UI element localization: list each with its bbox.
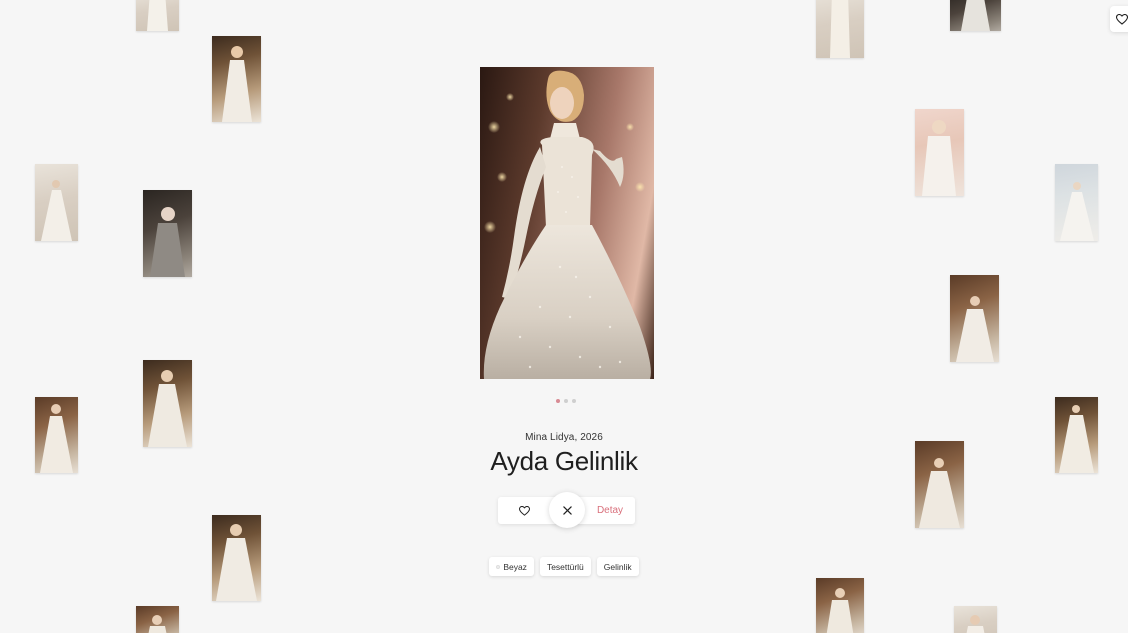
dress-image [966,615,985,633]
gallery-thumbnail[interactable] [950,275,999,362]
tag-color[interactable]: Beyaz [489,557,534,576]
carousel-dot-1[interactable] [556,399,560,403]
dress-image [826,588,854,633]
dress-image [830,0,850,58]
gallery-thumbnail[interactable] [1055,164,1098,241]
gallery-thumbnail[interactable] [212,36,261,122]
tag-style[interactable]: Tesettürlü [539,557,591,576]
designer-year: Mina Lidya, 2026 [525,432,603,443]
carousel-dot-2[interactable] [564,399,568,403]
gallery-thumbnail[interactable] [136,0,179,31]
detail-button[interactable]: Detay [585,497,635,524]
tag-label: Tesettürlü [546,561,584,572]
carousel-dots [556,399,576,403]
dress-image [1060,182,1094,241]
tag-label: Gelinlik [603,561,632,572]
gallery-thumbnail[interactable] [915,109,964,196]
dress-image [961,0,990,31]
gallery-thumbnail[interactable] [950,0,1001,31]
close-icon [562,505,572,515]
heart-icon [1116,13,1128,25]
gallery-thumbnail[interactable] [816,578,864,633]
main-dress-image[interactable] [480,67,654,379]
tag-list: Beyaz Tesettürlü Gelinlik [0,557,1128,576]
close-button[interactable] [549,492,585,528]
color-swatch-icon [496,564,501,569]
tag-category[interactable]: Gelinlik [596,557,639,576]
product-title: Ayda Gelinlik [490,446,638,476]
gallery-thumbnail[interactable] [143,190,192,277]
tag-label: Beyaz [503,561,527,572]
dress-image [150,207,185,277]
dress-image [483,70,651,379]
dress-image [922,120,956,196]
carousel-dot-3[interactable] [572,399,576,403]
dress-image [956,296,994,362]
gallery-thumbnail[interactable] [136,606,179,633]
gallery-thumbnail[interactable] [816,0,864,58]
dress-image [222,46,252,122]
dress-image [41,180,72,241]
heart-icon [518,505,530,516]
favorites-corner-button[interactable] [1110,6,1128,32]
favorite-button[interactable] [498,497,550,524]
gallery-stage: Mina Lidya, 2026 Ayda Gelinlik Detay Bey… [0,0,1128,633]
dress-image [148,615,167,633]
action-bar: Detay [498,492,635,528]
dress-image [147,0,168,31]
gallery-thumbnail[interactable] [954,606,997,633]
gallery-thumbnail[interactable] [35,164,78,241]
